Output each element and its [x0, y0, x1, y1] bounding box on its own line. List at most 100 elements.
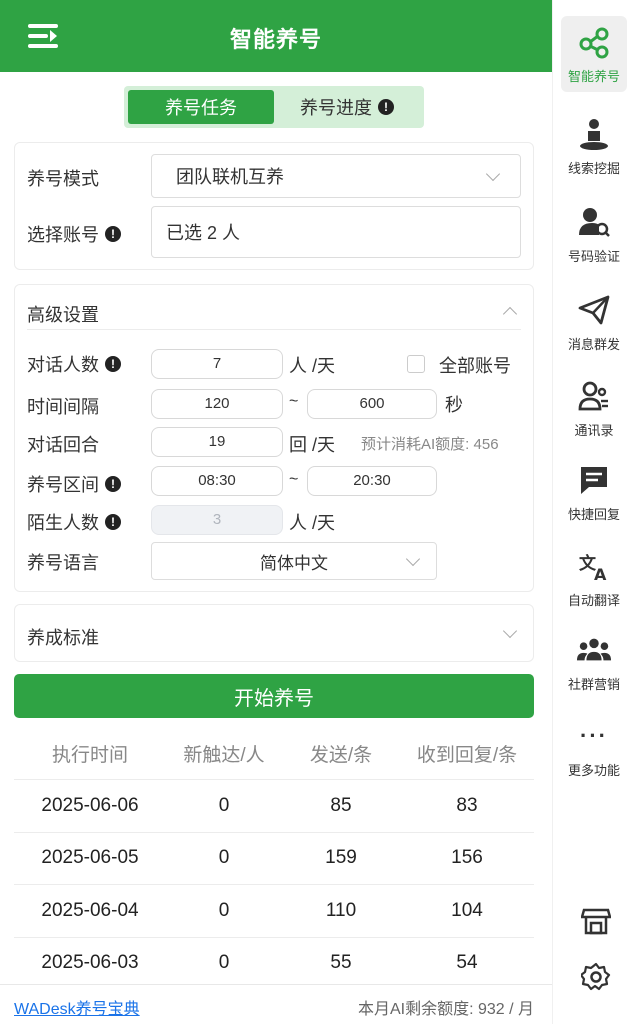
header-sent: 发送/条 — [309, 745, 373, 766]
range-separator: ~ — [289, 471, 299, 488]
cell-date: 2025-06-03 — [41, 952, 139, 972]
page-title: 智能养号 — [229, 27, 322, 52]
language-select[interactable]: 简体中文 — [151, 542, 437, 580]
cell-replies: 104 — [451, 899, 483, 921]
table-row: 2025-06-05 0 159 156 — [14, 833, 534, 885]
mode-label: 养号模式 — [27, 169, 99, 189]
sidebar-item-auto-translate[interactable]: 文A 自动翻译 — [561, 540, 627, 616]
sidebar: 智能养号 线索挖掘 号码验证 消息群发 通讯录 快捷回复 文A 自动翻译 社群营… — [552, 0, 628, 1024]
standard-card[interactable]: 养成标准 — [14, 604, 534, 662]
tab-task[interactable]: 养号任务 — [128, 90, 274, 124]
sidebar-item-contacts[interactable]: 通讯录 — [561, 370, 627, 446]
sidebar-item-quick-reply[interactable]: 快捷回复 — [561, 454, 627, 530]
start-button[interactable]: 开始养号 — [14, 674, 534, 718]
rounds-input[interactable]: 19 — [151, 427, 283, 457]
svg-text:A: A — [594, 565, 607, 583]
info-icon[interactable]: ! — [105, 226, 121, 242]
account-label-row: 选择账号 ! — [27, 221, 121, 247]
range-from-input[interactable]: 08:30 — [151, 466, 283, 496]
cell-replies: 83 — [456, 794, 478, 816]
sidebar-item-more[interactable]: ··· 更多功能 — [561, 710, 627, 786]
chevron-down-icon[interactable] — [502, 623, 518, 639]
tab-progress[interactable]: 养号进度! — [274, 90, 420, 124]
strangers-label: 陌生人数 — [27, 513, 99, 533]
cell-date: 2025-06-04 — [41, 899, 139, 921]
account-value: 已选 2 人 — [166, 223, 241, 243]
cell-sent: 85 — [330, 794, 352, 816]
info-icon[interactable]: ! — [378, 99, 394, 115]
strangers-unit: 人 /天 — [289, 513, 336, 533]
ai-quota-hint: 预计消耗AI额度: 456 — [361, 436, 499, 453]
table-header: 执行时间 新触达/人 发送/条 收到回复/条 — [14, 728, 534, 780]
contacts-icon — [576, 378, 612, 414]
guide-link[interactable]: WADesk养号宝典 — [14, 995, 140, 1019]
mode-select[interactable]: 团队联机互养 — [151, 154, 521, 198]
user-search-icon — [576, 204, 612, 240]
sidebar-item-number-verify[interactable]: 号码验证 — [561, 196, 627, 272]
sidebar-item-smart-nurture[interactable]: 智能养号 — [561, 16, 627, 92]
sidebar-item-bulk-message[interactable]: 消息群发 — [561, 284, 627, 360]
divider — [27, 329, 521, 330]
table-row: 2025-06-04 0 110 104 — [14, 885, 534, 938]
info-icon[interactable]: ! — [105, 356, 121, 372]
gear-icon[interactable] — [579, 962, 611, 997]
rounds-unit: 回 /天 — [289, 435, 336, 455]
interval-to-input[interactable]: 600 — [307, 389, 437, 419]
interval-unit: 秒 — [445, 395, 463, 415]
sidebar-item-lead-mining[interactable]: 线索挖掘 — [561, 108, 627, 184]
store-icon[interactable] — [580, 906, 612, 941]
chevron-up-icon[interactable] — [502, 306, 518, 322]
cell-new-reach: 0 — [218, 794, 230, 816]
header-time: 执行时间 — [51, 745, 128, 766]
message-icon — [576, 462, 612, 498]
paper-plane-icon — [576, 292, 612, 328]
sidebar-label: 号码验证 — [567, 249, 620, 264]
header: 智能养号 — [0, 0, 552, 72]
main-panel: 智能养号 养号任务 养号进度! 养号模式 团队联机互养 选择账号 ! 已选 2 … — [0, 0, 552, 1024]
info-icon[interactable]: ! — [105, 514, 121, 530]
more-icon: ··· — [580, 723, 608, 748]
advanced-title[interactable]: 高级设置 — [27, 301, 99, 327]
basic-settings-card: 养号模式 团队联机互养 选择账号 ! 已选 2 人 — [14, 142, 534, 270]
interval-label: 时间间隔 — [27, 397, 99, 417]
sidebar-label: 快捷回复 — [567, 507, 620, 522]
sidebar-label: 智能养号 — [567, 69, 620, 84]
share-nodes-icon — [576, 24, 612, 60]
sidebar-label: 社群营销 — [567, 677, 620, 692]
dialogs-input[interactable]: 7 — [151, 349, 283, 379]
tab-bar: 养号任务 养号进度! — [124, 86, 424, 128]
sidebar-label: 自动翻译 — [567, 593, 620, 608]
history-table: 执行时间 新触达/人 发送/条 收到回复/条 2025-06-06 0 85 8… — [14, 728, 534, 972]
cell-date: 2025-06-06 — [41, 794, 139, 816]
dialogs-unit: 人 /天 — [289, 356, 336, 376]
strangers-input: 3 — [151, 505, 283, 535]
range-to-input[interactable]: 20:30 — [307, 466, 437, 496]
cell-sent: 55 — [330, 952, 352, 972]
cell-new-reach: 0 — [218, 899, 230, 921]
language-value: 简体中文 — [260, 553, 328, 573]
interval-from-input[interactable]: 120 — [151, 389, 283, 419]
interval-separator: ~ — [289, 393, 299, 410]
header-replies: 收到回复/条 — [416, 745, 518, 766]
account-field[interactable]: 已选 2 人 — [151, 206, 521, 258]
tab-progress-label: 养号进度 — [300, 98, 372, 118]
cell-sent: 159 — [325, 847, 357, 869]
info-icon[interactable]: ! — [105, 476, 121, 492]
strangers-label-row: 陌生人数 ! — [27, 509, 121, 535]
footer: WADesk养号宝典 本月AI剩余额度: 932 / 月 — [0, 984, 552, 1024]
mode-value: 团队联机互养 — [176, 167, 284, 187]
all-accounts-checkbox[interactable] — [407, 355, 425, 373]
header-new-reach: 新触达/人 — [183, 745, 265, 766]
cell-date: 2025-06-05 — [41, 847, 139, 869]
group-icon — [576, 632, 612, 668]
sidebar-label: 线索挖掘 — [567, 161, 620, 176]
cell-sent: 110 — [325, 899, 357, 921]
account-label: 选择账号 — [27, 225, 99, 245]
language-label: 养号语言 — [27, 553, 99, 573]
all-accounts-label: 全部账号 — [439, 356, 511, 376]
translate-icon: 文A — [576, 548, 612, 584]
person-dig-icon — [576, 116, 612, 152]
sidebar-item-community-marketing[interactable]: 社群营销 — [561, 624, 627, 700]
sidebar-label: 更多功能 — [567, 763, 620, 778]
cell-replies: 54 — [456, 952, 478, 972]
